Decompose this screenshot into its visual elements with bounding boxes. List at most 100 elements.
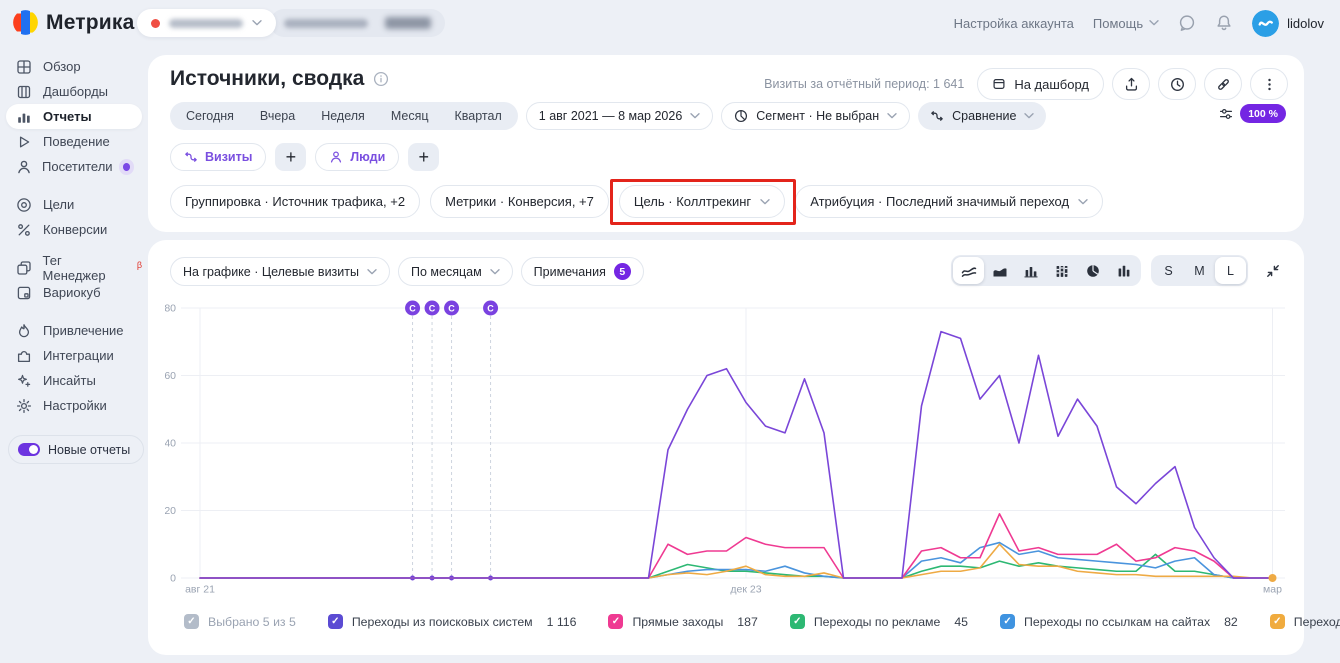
checkbox-icon[interactable]: ✓ [328,614,343,629]
flame-icon [16,323,33,339]
toggle-label: Новые отчеты [48,443,130,457]
quick-range-2[interactable]: Неделя [308,102,378,130]
legend-label: Переходы по рекламе [814,615,941,629]
legend-item-select-all[interactable]: ✓Выбрано 5 из 5 [184,614,296,629]
checkbox-icon[interactable]: ✓ [608,614,623,629]
sidebar-item-grid[interactable]: Обзор [6,54,142,79]
metrika-logo-icon [12,9,39,36]
quick-range-3[interactable]: Месяц [378,102,442,130]
legend-item-series-3[interactable]: ✓Переходы по ссылкам на сайтах82 [1000,614,1238,629]
sidebar-item-sparkles[interactable]: Инсайты [6,368,142,393]
sidebar-item-gear[interactable]: Настройки [6,393,142,418]
granularity-label: По месяцам [411,265,482,279]
user-menu[interactable]: lidolov [1252,10,1324,37]
legend-item-series-2[interactable]: ✓ Переходы по рекламе 45 [790,614,968,629]
chart-size-switcher: SML [1151,255,1248,286]
chart-type-line-chart[interactable] [953,257,984,284]
chart-type-pie-chart[interactable] [1077,257,1108,284]
add-metric-button[interactable]: + [275,143,306,171]
checkbox-icon[interactable]: ✓ [1000,614,1015,629]
checkbox-icon[interactable]: ✓ [184,614,199,629]
link-icon [1216,77,1231,92]
filter-metrics[interactable]: Метрики · Конверсия, +7 [430,185,609,218]
notes-count-badge: 5 [614,263,631,280]
metric-chip-people[interactable]: Люди [315,143,399,171]
chevron-down-icon [1024,113,1034,119]
quick-range-4[interactable]: Квартал [442,102,515,130]
sidebar-item-target[interactable]: Цели [6,192,142,217]
date-range-picker[interactable]: 1 авг 2021 — 8 мар 2026 [526,102,714,130]
metric-chip-label: Люди [350,150,385,164]
svg-text:60: 60 [165,370,176,382]
sampling-control[interactable]: 100 % [1219,104,1286,123]
history-button[interactable] [1158,68,1196,100]
chat-icon[interactable] [1178,14,1196,32]
segment-picker[interactable]: Сегмент · Не выбран [721,102,910,130]
checkbox-icon[interactable]: ✓ [1270,614,1285,629]
collapse-chart-button[interactable] [1258,257,1288,285]
sidebar-item-person[interactable]: Посетители [6,154,142,179]
sidebar-item-play[interactable]: Поведение [6,129,142,154]
filter-attribution[interactable]: Атрибуция · Последний значимый переход [795,185,1103,218]
notification-dot [123,163,130,171]
sidebar-item-dashboards[interactable]: Дашборды [6,79,142,104]
counter-tab-active[interactable] [137,9,276,37]
counter-tab-secondary[interactable] [270,9,445,37]
beta-superscript: β [137,260,142,270]
granularity-selector[interactable]: По месяцам [398,257,513,286]
legend-value: 45 [954,615,968,629]
avatar [1252,10,1279,37]
legend-value: 187 [737,615,758,629]
share-link-button[interactable] [1204,68,1242,100]
brand-title: Метрика [46,11,135,35]
sidebar-item-percent[interactable]: Конверсии [6,217,142,242]
add-people-metric-button[interactable]: + [408,143,439,171]
notes-button[interactable]: Примечания 5 [521,257,644,286]
legend-item-series-4[interactable]: ✓Переходы с почтовых рассылок48 [1270,614,1340,629]
legend-item-series-1[interactable]: ✓Прямые заходы187 [608,614,757,629]
new-reports-toggle[interactable]: Новые отчеты [8,435,144,464]
line-chart-icon [961,264,977,278]
compare-button[interactable]: Сравнение [918,102,1046,130]
sidebar-item-layers[interactable]: Тег Менеджерβ [6,255,142,280]
svg-text:C: C [448,303,455,313]
on-chart-selector[interactable]: На графике · Целевые визиты [170,257,390,286]
chart-size-s[interactable]: S [1153,257,1184,284]
stacked-area-icon [992,264,1008,278]
export-button[interactable] [1112,68,1150,100]
sliders-icon [1219,107,1233,121]
sidebar-item-reports[interactable]: Отчеты [6,104,142,129]
quick-range-0[interactable]: Сегодня [173,102,247,130]
account-settings-link[interactable]: Настройка аккаунта [954,16,1074,31]
notes-label: Примечания [534,265,606,279]
chart-size-l[interactable]: L [1215,257,1246,284]
chart-type-bar-chart[interactable] [1015,257,1046,284]
metric-chip-visits[interactable]: Визиты [170,143,266,171]
bell-icon[interactable] [1215,14,1233,32]
chart-type-stacked-bar[interactable] [1046,257,1077,284]
quick-range-1[interactable]: Вчера [247,102,308,130]
puzzle-icon [16,348,33,364]
legend-item-series-0[interactable]: ✓Переходы из поисковых систем1 116 [328,614,577,629]
help-menu[interactable]: Помощь [1093,16,1159,31]
chart-type-column-chart[interactable] [1108,257,1139,284]
checkbox-icon[interactable]: ✓ [790,614,805,629]
filter-label: Группировка · Источник трафика, +2 [185,194,405,209]
info-icon[interactable] [373,71,389,87]
filter-goal[interactable]: Цель · Коллтрекинг [619,185,785,218]
svg-text:20: 20 [165,505,176,517]
visits-icon [184,150,198,164]
legend-label: Переходы по ссылкам на сайтах [1024,615,1210,629]
svg-text:дек 23: дек 23 [730,584,761,596]
chevron-down-icon [1078,199,1088,205]
metrika-logo[interactable]: Метрика [12,9,135,36]
chart-type-stacked-area[interactable] [984,257,1015,284]
chart-canvas[interactable]: 806040200авг 21дек 23марCCCC [165,294,1289,596]
to-dashboard-button[interactable]: На дашборд [977,68,1104,100]
filter-grouping[interactable]: Группировка · Источник трафика, +2 [170,185,420,218]
more-actions-button[interactable] [1250,68,1288,100]
chart-size-m[interactable]: M [1184,257,1215,284]
sidebar-item-puzzle[interactable]: Интеграции [6,343,142,368]
sidebar-item-flame[interactable]: Привлечение [6,318,142,343]
sidebar-item-cube[interactable]: Вариокуб [6,280,142,305]
